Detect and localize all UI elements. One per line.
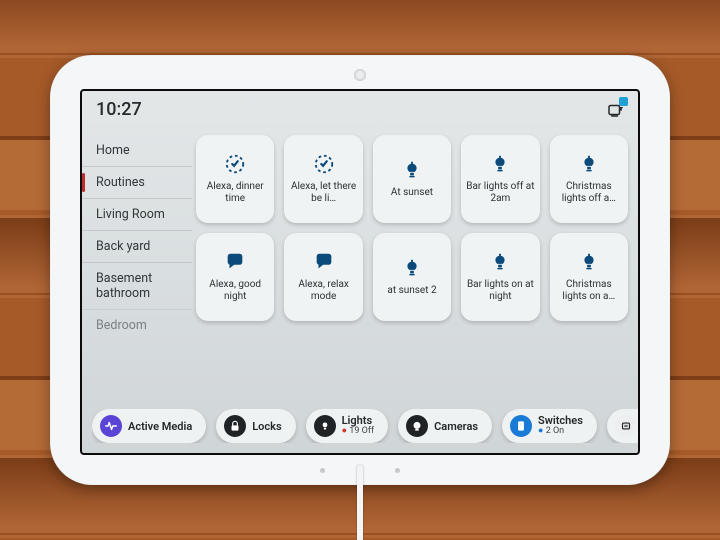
lamp-icon <box>578 251 600 273</box>
clock: 10:27 <box>96 99 142 120</box>
quick-access-bar: Active Media Locks Lights19 Off Cameras Swit… <box>92 409 638 443</box>
camera-icon <box>406 415 428 437</box>
sidebar-item-routines[interactable]: Routines <box>82 166 192 198</box>
lamp-icon <box>401 159 423 181</box>
pulse-icon <box>100 415 122 437</box>
mic-dot <box>320 468 325 473</box>
front-camera <box>354 69 366 81</box>
routine-card[interactable]: Alexa, good night <box>196 233 274 321</box>
sidebar: Home Routines Living Room Back yard Base… <box>82 131 192 399</box>
speech-icon <box>224 251 246 273</box>
routine-card-label: Alexa, relax mode <box>288 279 358 303</box>
lamp-icon <box>578 153 600 175</box>
routine-card-label: Alexa, let there be li… <box>288 181 358 205</box>
lamp-icon <box>489 251 511 273</box>
routine-card[interactable]: At sunset <box>373 135 451 223</box>
lock-icon <box>224 415 246 437</box>
routine-card-label: At sunset <box>391 187 433 199</box>
pill-label: Active Media <box>128 421 192 432</box>
routine-card-label: at sunset 2 <box>387 285 436 297</box>
wood-background: 10:27 Home Routines Living Room Back yar… <box>0 0 720 540</box>
lamp-icon <box>489 153 511 175</box>
routine-card[interactable]: Alexa, relax mode <box>284 233 362 321</box>
routine-card[interactable]: Bar lights on at night <box>461 233 539 321</box>
pill-label: Locks <box>252 421 281 432</box>
notification-icon[interactable] <box>606 101 624 119</box>
sidebar-item-bedroom[interactable]: Bedroom <box>82 309 192 341</box>
lamp-icon <box>401 257 423 279</box>
routine-card[interactable]: Bar lights off at 2am <box>461 135 539 223</box>
routine-card-label: Christmas lights on a… <box>554 279 624 303</box>
pill-switches[interactable]: Switches2 On <box>502 409 597 443</box>
pill-plugs[interactable]: Plugs1 Off <box>607 409 638 443</box>
pill-label: Cameras <box>434 421 478 432</box>
routine-card-label: Bar lights off at 2am <box>465 181 535 205</box>
pill-active-media[interactable]: Active Media <box>92 409 206 443</box>
speech-icon <box>313 251 335 273</box>
clock-check-icon <box>313 153 335 175</box>
routine-card[interactable]: Alexa, let there be li… <box>284 135 362 223</box>
mic-dot <box>395 468 400 473</box>
plug-icon <box>615 415 637 437</box>
pill-label: Switches <box>538 415 583 426</box>
status-bar: 10:27 <box>96 99 624 120</box>
sidebar-item-home[interactable]: Home <box>82 135 192 166</box>
routine-card[interactable]: at sunset 2 <box>373 233 451 321</box>
routine-card[interactable]: Christmas lights off a… <box>550 135 628 223</box>
notification-badge <box>619 97 628 106</box>
sidebar-item-basement[interactable]: Basement bathroom <box>82 262 192 309</box>
routine-card-label: Christmas lights off a… <box>554 181 624 205</box>
pill-cameras[interactable]: Cameras <box>398 409 492 443</box>
routine-card-label: Alexa, dinner time <box>200 181 270 205</box>
routine-card-label: Bar lights on at night <box>465 279 535 303</box>
switch-icon <box>510 415 532 437</box>
bulb-icon <box>314 415 336 437</box>
pill-label: Lights <box>342 415 374 426</box>
clock-check-icon <box>224 153 246 175</box>
sidebar-item-livingroom[interactable]: Living Room <box>82 198 192 230</box>
device-bezel: 10:27 Home Routines Living Room Back yar… <box>50 55 670 485</box>
power-cord <box>357 465 363 540</box>
touchscreen[interactable]: 10:27 Home Routines Living Room Back yar… <box>80 89 640 455</box>
pill-sub: 2 On <box>538 426 583 437</box>
routine-card[interactable]: Alexa, dinner time <box>196 135 274 223</box>
routine-card[interactable]: Christmas lights on a… <box>550 233 628 321</box>
pill-sub: 19 Off <box>342 426 374 437</box>
pill-lights[interactable]: Lights19 Off <box>306 409 388 443</box>
routine-card-label: Alexa, good night <box>200 279 270 303</box>
sidebar-item-backyard[interactable]: Back yard <box>82 230 192 262</box>
pill-locks[interactable]: Locks <box>216 409 295 443</box>
routine-grid-container: Alexa, dinner time Alexa, let there be li… <box>192 131 638 399</box>
